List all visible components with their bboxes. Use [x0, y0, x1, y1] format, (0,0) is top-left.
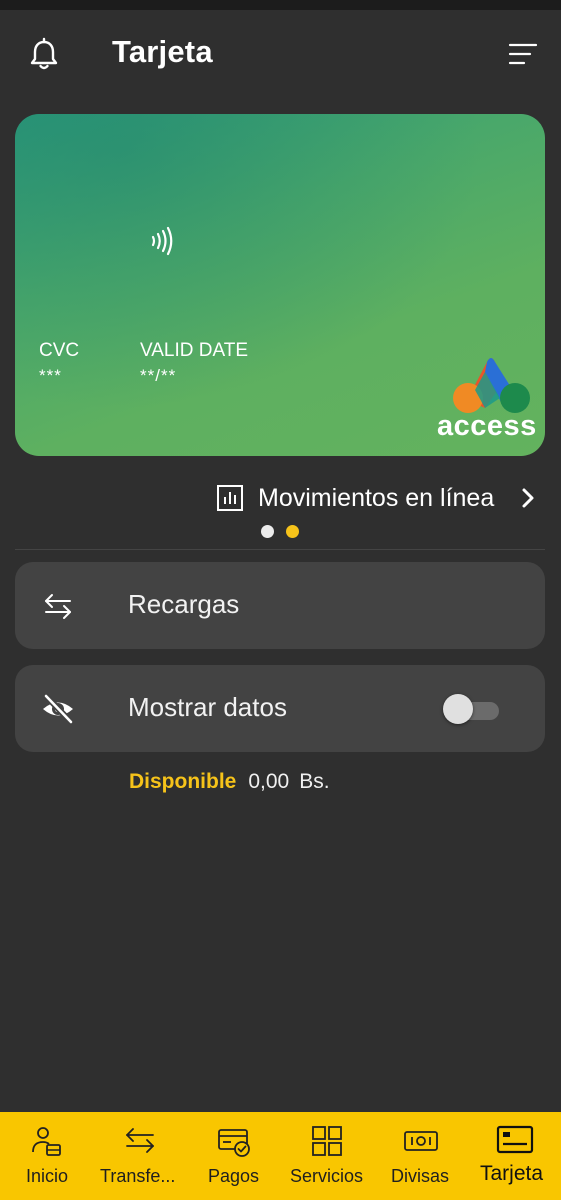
nav-label-tarjeta: Tarjeta: [480, 1162, 544, 1185]
balance-label: Disponible: [129, 770, 237, 793]
transfer-arrows-icon: [126, 1128, 154, 1153]
menu-sort-icon[interactable]: [504, 39, 540, 69]
access-brand-text: access: [437, 410, 537, 442]
recargas-label: Recargas: [128, 589, 240, 619]
bar-chart-icon: [217, 485, 243, 511]
carousel-indicator: [261, 525, 311, 539]
bottom-nav-bar: Inicio Transfe... Pagos Servicios Divisa…: [0, 1112, 561, 1200]
chevron-right-icon: [522, 488, 534, 508]
bell-icon[interactable]: [26, 37, 62, 73]
swap-arrows-icon: [45, 594, 71, 619]
app-header: Tarjeta: [0, 10, 561, 100]
status-bar: [0, 0, 561, 10]
grid-icon: [312, 1126, 342, 1156]
home-lock-icon: [32, 1127, 61, 1156]
nav-item-servicios[interactable]: Servicios: [282, 1112, 376, 1200]
valid-date-value: **/**: [140, 366, 177, 385]
contactless-icon: [151, 226, 173, 256]
mostrar-datos-label: Mostrar datos: [128, 692, 287, 722]
nav-item-divisas[interactable]: Divisas: [376, 1112, 466, 1200]
divider: [15, 549, 545, 550]
nav-item-transferencias[interactable]: Transfe...: [94, 1112, 188, 1200]
banknote-icon: [404, 1131, 438, 1151]
movimientos-link[interactable]: Movimientos en línea: [216, 480, 546, 520]
nav-item-pagos[interactable]: Pagos: [188, 1112, 282, 1200]
nav-label-servicios: Servicios: [290, 1166, 364, 1186]
card-icon: [496, 1125, 534, 1154]
page-title: Tarjeta: [112, 34, 213, 69]
cvc-value: ***: [39, 366, 62, 385]
available-balance: Disponible 0,00 Bs.: [129, 770, 330, 794]
mostrar-datos-row: Mostrar datos: [15, 665, 545, 752]
eye-off-icon: [43, 693, 74, 725]
recargas-button[interactable]: Recargas: [15, 562, 545, 649]
carousel-dot-1[interactable]: [261, 525, 274, 538]
toggle-knob: [443, 694, 473, 724]
movimientos-label: Movimientos en línea: [258, 484, 495, 512]
balance-currency: Bs.: [299, 770, 330, 793]
debit-card[interactable]: CVC *** VALID DATE **/** access: [15, 114, 545, 456]
nav-label-divisas: Divisas: [391, 1166, 450, 1186]
mostrar-datos-toggle[interactable]: [443, 694, 501, 724]
nav-label-inicio: Inicio: [26, 1166, 69, 1186]
nav-label-transferencias: Transfe...: [100, 1166, 176, 1186]
nav-item-inicio[interactable]: Inicio: [0, 1112, 94, 1200]
valid-date-label: VALID DATE: [140, 340, 249, 361]
nav-item-tarjeta-active[interactable]: Tarjeta: [466, 1112, 561, 1200]
payment-card-check-icon: [218, 1129, 250, 1157]
carousel-dot-2-active[interactable]: [286, 525, 299, 538]
balance-amount: 0,00: [248, 770, 290, 793]
nav-label-pagos: Pagos: [208, 1166, 260, 1186]
cvc-label: CVC: [39, 340, 80, 361]
